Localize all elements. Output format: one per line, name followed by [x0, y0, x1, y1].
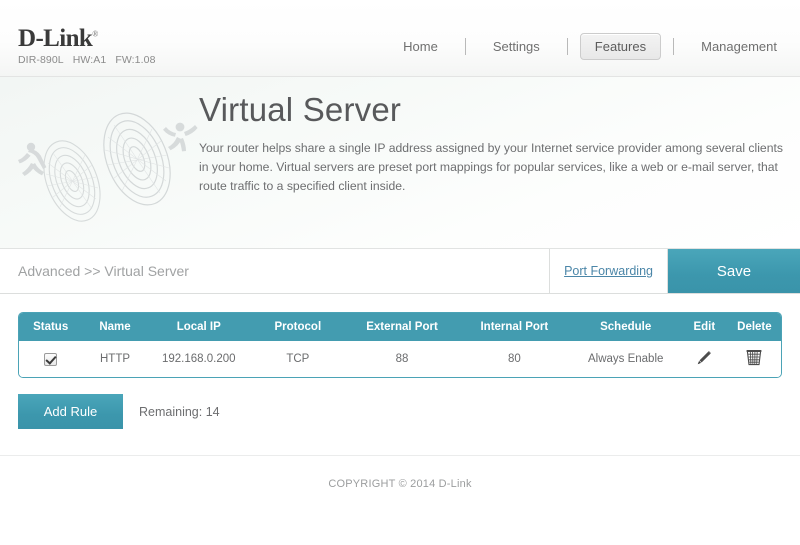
page-footer: COPYRIGHT © 2014 D-Link	[0, 455, 800, 545]
column-header-delete: Delete	[727, 313, 781, 341]
cell-protocol: TCP	[249, 341, 346, 377]
trash-icon[interactable]	[746, 349, 762, 366]
column-header-protocol: Protocol	[249, 313, 346, 341]
cell-delete	[727, 341, 781, 377]
nav-item-settings[interactable]: Settings	[478, 33, 555, 60]
page-title: Virtual Server	[199, 91, 402, 128]
nav-item-features[interactable]: Features	[579, 33, 662, 60]
hero-text-block: Virtual Server Your router helps share a…	[199, 90, 789, 196]
column-header-name: Name	[82, 313, 148, 341]
status-checkbox[interactable]	[44, 352, 58, 366]
port-forwarding-cell[interactable]: Port Forwarding	[550, 249, 667, 293]
registered-mark-icon: ®	[92, 29, 98, 39]
remaining-count: Remaining: 14	[139, 404, 220, 419]
nav-separator	[566, 38, 568, 55]
breadcrumb: Advanced >> Virtual Server	[18, 263, 189, 279]
nav-separator	[673, 38, 675, 55]
device-info: DIR-890L HW:A1 FW:1.08	[18, 54, 165, 66]
cell-external-port: 88	[345, 341, 459, 377]
virtual-server-table: Status Name Local IP Protocol External P…	[18, 312, 782, 378]
device-hw-version: HW:A1	[72, 54, 107, 66]
add-rule-row: Add Rule Remaining: 14	[18, 394, 782, 429]
port-forwarding-link[interactable]: Port Forwarding	[564, 264, 653, 278]
nav-separator	[464, 38, 466, 55]
brand-block: D-Link® DIR-890L HW:A1 FW:1.08	[18, 26, 165, 66]
cell-internal-port: 80	[458, 341, 571, 377]
column-header-schedule: Schedule	[570, 313, 681, 341]
column-header-local-ip: Local IP	[147, 313, 250, 341]
content-area: Status Name Local IP Protocol External P…	[0, 294, 800, 457]
page-description: Your router helps share a single IP addr…	[199, 141, 783, 193]
column-header-edit: Edit	[680, 313, 728, 341]
save-button[interactable]: Save	[668, 249, 800, 293]
device-model: DIR-890L	[18, 54, 64, 66]
copyright-text: COPYRIGHT © 2014 D-Link	[328, 478, 472, 490]
main-navigation: Home Settings Features Management	[388, 33, 792, 60]
table-body: HTTP 192.168.0.200 TCP 88 80 Always Enab…	[19, 341, 781, 377]
column-header-external-port: External Port	[345, 313, 459, 341]
device-fw-version: FW:1.08	[115, 54, 156, 66]
action-bar: Advanced >> Virtual Server Port Forwardi…	[0, 249, 800, 294]
table-header: Status Name Local IP Protocol External P…	[19, 313, 781, 341]
nav-item-home[interactable]: Home	[388, 33, 453, 60]
table-row: HTTP 192.168.0.200 TCP 88 80 Always Enab…	[19, 341, 781, 377]
cell-edit	[680, 341, 728, 377]
cell-name: HTTP	[82, 341, 148, 377]
pencil-icon[interactable]	[696, 350, 712, 366]
cell-status	[19, 341, 83, 377]
top-header-bar: D-Link® DIR-890L HW:A1 FW:1.08 Home Settin…	[0, 0, 800, 77]
nav-item-management[interactable]: Management	[686, 33, 792, 60]
column-header-internal-port: Internal Port	[458, 313, 571, 341]
dlink-logo: D-Link®	[18, 26, 98, 51]
cell-local-ip: 192.168.0.200	[147, 341, 250, 377]
cell-schedule: Always Enable	[570, 341, 681, 377]
column-header-status: Status	[19, 313, 83, 341]
hero-section: Virtual Server Your router helps share a…	[0, 77, 800, 249]
portal-illustration-icon	[18, 112, 198, 222]
table-header-row: Status Name Local IP Protocol External P…	[19, 313, 781, 341]
dlink-logo-text: D-Link	[18, 25, 93, 52]
add-rule-button[interactable]: Add Rule	[18, 394, 123, 429]
